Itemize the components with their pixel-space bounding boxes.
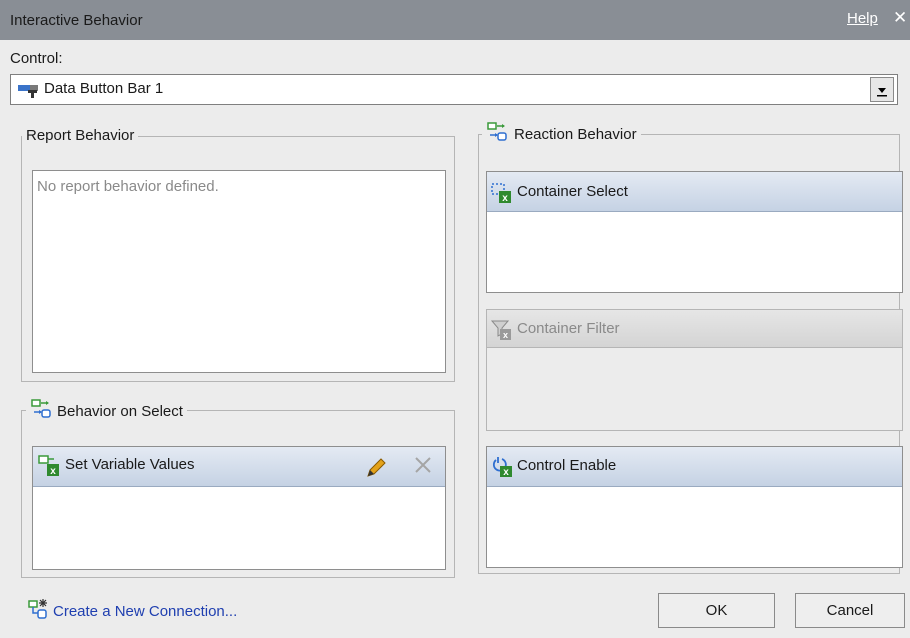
svg-text:x: x (502, 193, 508, 204)
delete-x-icon[interactable] (412, 454, 434, 480)
behavior-on-select-label: Behavior on Select (57, 402, 183, 420)
reaction-item-label: Control Enable (517, 457, 617, 474)
new-connection-icon (28, 598, 50, 624)
svg-text:x: x (503, 330, 508, 340)
report-behavior-legend: Report Behavior (22, 127, 139, 144)
ok-button[interactable]: OK (658, 593, 775, 628)
pencil-icon[interactable] (364, 456, 388, 483)
svg-text:x: x (503, 467, 509, 478)
control-label: Control: (10, 50, 63, 67)
reaction-behavior-legend: Reaction Behavior (482, 121, 641, 147)
reaction-item-label: Container Select (517, 183, 628, 200)
svg-text:x: x (50, 466, 56, 477)
list-item-label: Set Variable Values (65, 456, 195, 473)
behavior-on-select-legend: Behavior on Select (26, 398, 187, 424)
container-filter-icon: x (490, 318, 514, 345)
report-behavior-list[interactable] (32, 170, 446, 373)
reaction-item-label: Container Filter (517, 320, 620, 337)
help-link[interactable]: Help (847, 10, 878, 27)
connection-icon (30, 398, 52, 424)
report-behavior-empty-text: No report behavior defined. (37, 178, 219, 195)
dropdown-button[interactable] (870, 77, 894, 102)
control-select-value: Data Button Bar 1 (44, 80, 164, 97)
window-title: Interactive Behavior (10, 12, 143, 29)
set-variable-icon: x (38, 454, 62, 481)
create-new-connection-label: Create a New Connection... (53, 602, 238, 620)
container-select-icon: x (490, 181, 514, 208)
reaction-icon (486, 121, 508, 147)
chevron-down-icon (877, 88, 887, 97)
reaction-behavior-label: Reaction Behavior (514, 125, 637, 143)
button-bar-icon (18, 83, 38, 98)
control-enable-icon: x (490, 455, 514, 482)
create-new-connection-link[interactable]: Create a New Connection... (28, 598, 237, 624)
close-icon[interactable]: ✕ (893, 8, 907, 28)
cancel-button[interactable]: Cancel (795, 593, 905, 628)
